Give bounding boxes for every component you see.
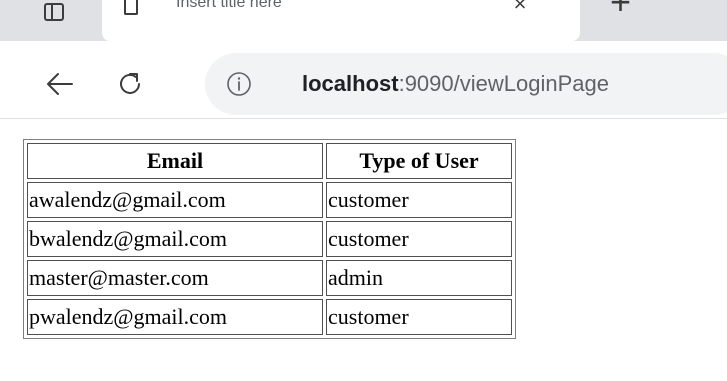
table-row: bwalendz@gmail.com customer <box>27 221 512 257</box>
address-bar[interactable]: localhost:9090/viewLoginPage <box>205 53 727 115</box>
tab-strip: Insert title here × + <box>0 0 727 41</box>
tab-actions-button[interactable] <box>8 0 100 36</box>
url-host: localhost <box>302 71 399 96</box>
new-tab-button[interactable]: + <box>610 0 631 20</box>
refresh-button[interactable] <box>110 64 150 104</box>
url-path: :9090/viewLoginPage <box>398 71 609 96</box>
back-button[interactable] <box>40 64 80 104</box>
users-table: Email Type of User awalendz@gmail.com cu… <box>23 139 516 339</box>
table-header-row: Email Type of User <box>27 143 512 179</box>
column-header-type: Type of User <box>326 143 512 179</box>
tab-active[interactable]: Insert title here × <box>102 0 580 41</box>
email-cell: bwalendz@gmail.com <box>27 221 323 257</box>
info-icon <box>227 72 251 96</box>
user-type-cell: customer <box>326 221 512 257</box>
table-row: master@master.com admin <box>27 260 512 296</box>
email-cell: awalendz@gmail.com <box>27 182 323 218</box>
table-row: awalendz@gmail.com customer <box>27 182 512 218</box>
site-info-button[interactable] <box>225 70 253 98</box>
user-type-cell: customer <box>326 182 512 218</box>
refresh-icon <box>120 73 140 94</box>
page-favicon-icon <box>124 0 138 15</box>
email-cell: master@master.com <box>27 260 323 296</box>
browser-window: Insert title here × + localhost:9090/vie… <box>0 0 727 381</box>
tab-title: Insert title here <box>176 0 282 11</box>
user-type-cell: admin <box>326 260 512 296</box>
tab-actions-icon <box>44 3 64 21</box>
user-type-cell: customer <box>326 299 512 335</box>
email-cell: pwalendz@gmail.com <box>27 299 323 335</box>
url-text[interactable]: localhost:9090/viewLoginPage <box>302 71 609 97</box>
back-arrow-icon <box>47 73 73 95</box>
browser-toolbar: localhost:9090/viewLoginPage <box>0 41 727 118</box>
table-row: pwalendz@gmail.com customer <box>27 299 512 335</box>
column-header-email: Email <box>27 143 323 179</box>
tab-close-button[interactable]: × <box>505 0 535 17</box>
page-content: Email Type of User awalendz@gmail.com cu… <box>0 119 727 381</box>
